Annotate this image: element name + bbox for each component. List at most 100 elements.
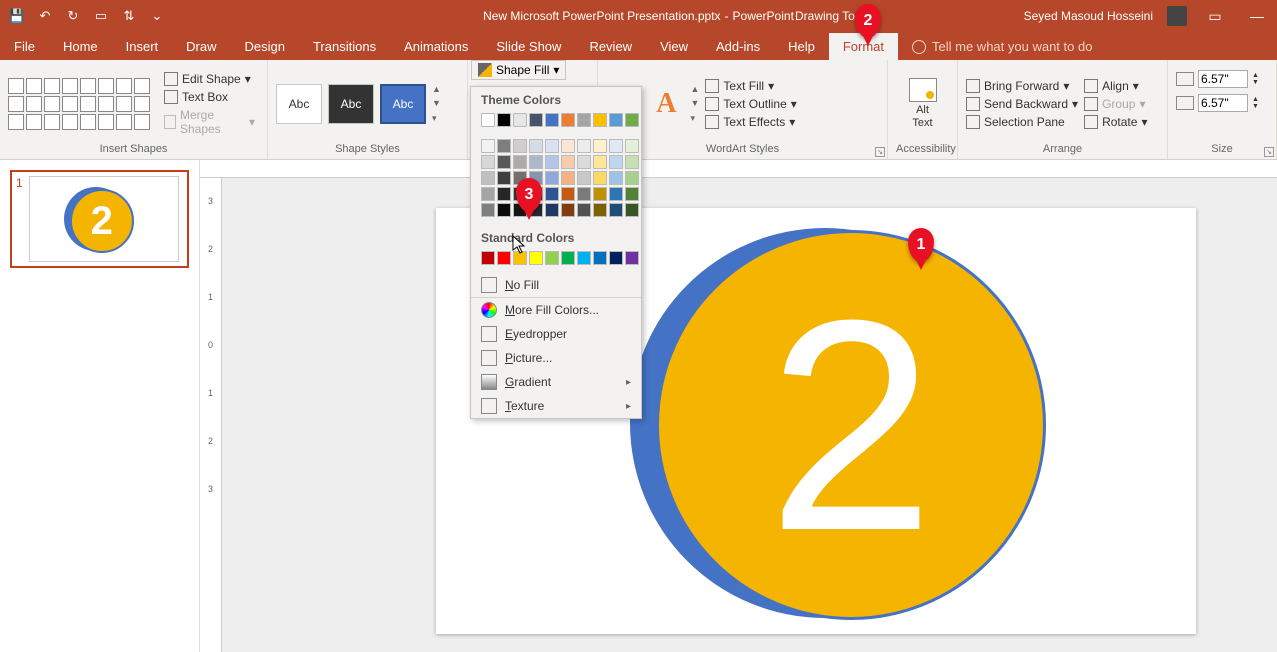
color-swatch[interactable] xyxy=(625,155,639,169)
color-swatch[interactable] xyxy=(481,139,495,153)
size-launcher-icon[interactable]: ↘ xyxy=(1264,147,1274,157)
color-swatch[interactable] xyxy=(625,203,639,217)
color-swatch[interactable] xyxy=(545,171,559,185)
shape-style-1[interactable]: Abc xyxy=(276,84,322,124)
color-swatch[interactable] xyxy=(625,113,639,127)
color-swatch[interactable] xyxy=(593,171,607,185)
wordart-gallery-scroll[interactable]: ▲▼▾ xyxy=(690,84,699,124)
color-swatch[interactable] xyxy=(577,155,591,169)
user-name[interactable]: Seyed Masoud Hosseini xyxy=(1024,9,1153,23)
shape-height-input[interactable] xyxy=(1198,70,1248,88)
picture-fill-item[interactable]: Picture... xyxy=(471,346,641,370)
color-swatch[interactable] xyxy=(561,155,575,169)
shape-fill-button[interactable]: Shape Fill ▾ xyxy=(471,60,566,80)
shape-width-input[interactable] xyxy=(1198,94,1248,112)
touch-mode-icon[interactable]: ⇅ xyxy=(120,7,138,25)
no-fill-item[interactable]: No Fill xyxy=(471,273,641,297)
color-swatch[interactable] xyxy=(577,203,591,217)
color-swatch[interactable] xyxy=(497,251,511,265)
undo-icon[interactable]: ↶ xyxy=(36,7,54,25)
eyedropper-item[interactable]: Eyedropper xyxy=(471,322,641,346)
ribbon-display-icon[interactable]: ▭ xyxy=(1201,8,1229,25)
color-swatch[interactable] xyxy=(561,251,575,265)
color-swatch[interactable] xyxy=(561,187,575,201)
rotate-button[interactable]: Rotate ▾ xyxy=(1084,115,1147,129)
color-swatch[interactable] xyxy=(545,139,559,153)
color-swatch[interactable] xyxy=(513,113,527,127)
tab-design[interactable]: Design xyxy=(231,33,299,60)
width-spinner[interactable]: ▲▼ xyxy=(1252,96,1259,110)
wordart-3[interactable]: A xyxy=(648,88,684,120)
slide-thumb-1[interactable]: 1 2 xyxy=(10,170,189,268)
color-swatch[interactable] xyxy=(481,171,495,185)
color-swatch[interactable] xyxy=(545,203,559,217)
qat-more-icon[interactable]: ⌄ xyxy=(148,7,166,25)
tab-insert[interactable]: Insert xyxy=(112,33,173,60)
tab-home[interactable]: Home xyxy=(49,33,112,60)
color-swatch[interactable] xyxy=(577,113,591,127)
color-swatch[interactable] xyxy=(481,203,495,217)
more-fill-colors-item[interactable]: More Fill Colors... xyxy=(471,298,641,322)
orange-circle-shape[interactable]: 2 xyxy=(656,230,1046,620)
color-swatch[interactable] xyxy=(545,113,559,127)
avatar[interactable] xyxy=(1167,6,1187,26)
color-swatch[interactable] xyxy=(529,251,543,265)
save-icon[interactable]: 💾 xyxy=(8,7,26,25)
color-swatch[interactable] xyxy=(497,139,511,153)
tab-view[interactable]: View xyxy=(646,33,702,60)
color-swatch[interactable] xyxy=(513,139,527,153)
tab-animations[interactable]: Animations xyxy=(390,33,482,60)
color-swatch[interactable] xyxy=(481,187,495,201)
tab-addins[interactable]: Add-ins xyxy=(702,33,774,60)
color-swatch[interactable] xyxy=(593,113,607,127)
color-swatch[interactable] xyxy=(545,155,559,169)
shape-style-3[interactable]: Abc xyxy=(380,84,426,124)
gradient-fill-item[interactable]: Gradient▸ xyxy=(471,370,641,394)
color-swatch[interactable] xyxy=(513,155,527,169)
text-effects-button[interactable]: Text Effects ▾ xyxy=(705,115,796,129)
slide-canvas-area[interactable]: 2 xyxy=(222,178,1277,652)
tab-draw[interactable]: Draw xyxy=(172,33,230,60)
color-swatch[interactable] xyxy=(529,113,543,127)
align-button[interactable]: Align ▾ xyxy=(1084,79,1147,93)
shape-style-2[interactable]: Abc xyxy=(328,84,374,124)
tab-help[interactable]: Help xyxy=(774,33,829,60)
start-from-beginning-icon[interactable]: ▭ xyxy=(92,7,110,25)
minimize-icon[interactable]: — xyxy=(1243,8,1271,24)
color-swatch[interactable] xyxy=(625,171,639,185)
color-swatch[interactable] xyxy=(577,251,591,265)
color-swatch[interactable] xyxy=(609,203,623,217)
text-fill-button[interactable]: Text Fill ▾ xyxy=(705,79,796,93)
color-swatch[interactable] xyxy=(481,155,495,169)
color-swatch[interactable] xyxy=(529,139,543,153)
style-gallery-scroll[interactable]: ▲▼▾ xyxy=(432,84,441,124)
color-swatch[interactable] xyxy=(609,139,623,153)
color-swatch[interactable] xyxy=(609,187,623,201)
color-swatch[interactable] xyxy=(497,171,511,185)
redo-icon[interactable]: ↻ xyxy=(64,7,82,25)
color-swatch[interactable] xyxy=(497,113,511,127)
shapes-gallery[interactable] xyxy=(8,78,150,130)
color-swatch[interactable] xyxy=(593,187,607,201)
color-swatch[interactable] xyxy=(481,113,495,127)
color-swatch[interactable] xyxy=(561,113,575,127)
color-swatch[interactable] xyxy=(625,187,639,201)
color-swatch[interactable] xyxy=(609,171,623,185)
height-spinner[interactable]: ▲▼ xyxy=(1252,72,1259,86)
edit-shape-button[interactable]: Edit Shape ▾ xyxy=(160,71,259,87)
color-swatch[interactable] xyxy=(609,155,623,169)
color-swatch[interactable] xyxy=(497,203,511,217)
tab-slideshow[interactable]: Slide Show xyxy=(482,33,575,60)
selection-pane-button[interactable]: Selection Pane xyxy=(966,115,1078,129)
color-swatch[interactable] xyxy=(625,139,639,153)
color-swatch[interactable] xyxy=(625,251,639,265)
text-box-button[interactable]: Text Box xyxy=(160,89,259,105)
text-outline-button[interactable]: Text Outline ▾ xyxy=(705,97,796,111)
color-swatch[interactable] xyxy=(593,203,607,217)
texture-fill-item[interactable]: Texture▸ xyxy=(471,394,641,418)
color-swatch[interactable] xyxy=(561,171,575,185)
tab-transitions[interactable]: Transitions xyxy=(299,33,390,60)
bring-forward-button[interactable]: Bring Forward ▾ xyxy=(966,79,1078,93)
send-backward-button[interactable]: Send Backward ▾ xyxy=(966,97,1078,111)
tell-me[interactable]: Tell me what you want to do xyxy=(898,33,1106,60)
